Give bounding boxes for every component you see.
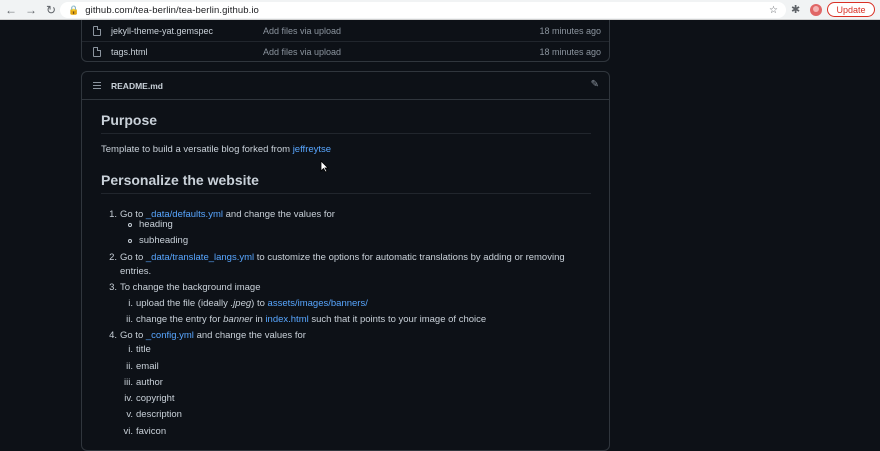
- item-number: 1.: [109, 209, 117, 220]
- commit-age: 18 minutes ago: [539, 25, 601, 36]
- file-icon: [93, 25, 101, 36]
- list-item-4: 4. Go to _config.yml and change the value…: [105, 330, 306, 341]
- file-icon: [93, 46, 101, 57]
- item-text: Go to: [120, 330, 146, 341]
- bookmark-star-icon[interactable]: ☆: [769, 2, 778, 18]
- roman-number: iv.: [124, 393, 133, 404]
- item-text: and change the values for: [193, 330, 306, 341]
- item-text: change the entry for: [136, 314, 224, 325]
- item-text: ) to: [251, 298, 268, 309]
- item-text: to customize the options for automatic t…: [254, 252, 565, 263]
- list-icon[interactable]: [93, 82, 101, 89]
- bullet-marker: [128, 223, 132, 227]
- item-text: and change the values for: [222, 209, 335, 220]
- update-button[interactable]: Update: [827, 2, 875, 17]
- sub-item-upload: i. upload the file (ideally .jpeg) to ass…: [115, 298, 368, 309]
- file-row[interactable]: jekyll-theme-yat.gemspec Add files via u…: [82, 20, 609, 42]
- readme-panel: README.md ✎ Purpose Template to build a …: [81, 71, 610, 451]
- jeffreytse-link[interactable]: jeffreytse: [293, 144, 331, 155]
- sub-item-title: i. title: [115, 344, 151, 355]
- purpose-paragraph: Template to build a versatile blog forke…: [101, 144, 331, 155]
- file-row[interactable]: tags.html Add files via upload 18 minute…: [82, 41, 609, 62]
- emphasis-text: banner: [223, 314, 253, 325]
- heading-personalize: Personalize the website: [101, 172, 591, 194]
- back-arrow-icon[interactable]: ←: [2, 1, 20, 19]
- sub-item-copyright: iv. copyright: [115, 393, 175, 404]
- bullet-marker: [128, 239, 132, 243]
- item-number: 3.: [109, 282, 117, 293]
- emphasis-text: .jpeg: [230, 298, 252, 309]
- item-text: upload the file (ideally: [136, 298, 231, 309]
- sub-item-change-entry: ii. change the entry for banner in index.…: [115, 314, 486, 325]
- item-text: description: [136, 409, 182, 420]
- lock-icon[interactable]: 🔒: [68, 5, 79, 16]
- readme-header: README.md ✎: [82, 72, 609, 100]
- config-yml-link[interactable]: _config.yml: [146, 330, 194, 341]
- sub-item-email: ii. email: [115, 361, 159, 372]
- readme-title: README.md: [111, 80, 163, 91]
- browser-toolbar: ← → ↻ 🔒 github.com/tea-berlin/tea-berlin…: [0, 0, 880, 20]
- item-text: To change the background image: [120, 282, 261, 293]
- url-text[interactable]: github.com/tea-berlin/tea-berlin.github.…: [85, 5, 259, 16]
- item-text: email: [136, 361, 159, 372]
- heading-purpose: Purpose: [101, 112, 591, 134]
- file-name[interactable]: jekyll-theme-yat.gemspec: [111, 26, 213, 36]
- profile-avatar[interactable]: [810, 4, 822, 16]
- item-text: in: [252, 314, 266, 325]
- item-text: title: [136, 344, 151, 355]
- item-text: Go to: [120, 252, 146, 263]
- roman-number: ii.: [126, 314, 133, 325]
- commit-message[interactable]: Add files via upload: [263, 47, 341, 57]
- commit-message[interactable]: Add files via upload: [263, 26, 341, 36]
- item-text: such that it points to your image of cho…: [308, 314, 487, 325]
- item-text: author: [136, 377, 163, 388]
- sub-item-favicon: vi. favicon: [115, 426, 167, 437]
- roman-number: iii.: [124, 377, 133, 388]
- translate-langs-link[interactable]: _data/translate_langs.yml: [146, 252, 254, 263]
- list-item-2-continued: entries.: [120, 266, 152, 277]
- sub-item-subheading: subheading: [139, 235, 189, 246]
- list-item-2: 2. Go to _data/translate_langs.yml to cus…: [105, 252, 565, 263]
- edit-pencil-icon[interactable]: ✎: [591, 79, 599, 90]
- item-number: 4.: [109, 330, 117, 341]
- roman-number: i.: [128, 298, 133, 309]
- sub-item-author: iii. author: [115, 377, 163, 388]
- roman-number: ii.: [126, 361, 133, 372]
- file-list: jekyll-theme-yat.gemspec Add files via u…: [81, 20, 610, 62]
- roman-number: vi.: [123, 426, 134, 437]
- purpose-text: Template to build a versatile blog forke…: [101, 144, 293, 155]
- roman-number: v.: [126, 409, 133, 420]
- item-text: favicon: [136, 426, 167, 437]
- address-bar[interactable]: 🔒 github.com/tea-berlin/tea-berlin.githu…: [60, 2, 786, 18]
- sub-item-heading: heading: [139, 219, 173, 230]
- index-html-link[interactable]: index.html: [265, 314, 308, 325]
- item-text: copyright: [136, 393, 175, 404]
- commit-age: 18 minutes ago: [539, 46, 601, 57]
- item-number: 2.: [109, 252, 117, 263]
- forward-arrow-icon[interactable]: →: [22, 1, 40, 19]
- extensions-puzzle-icon[interactable]: ✱: [791, 3, 800, 16]
- reload-icon[interactable]: ↻: [42, 1, 60, 19]
- file-name[interactable]: tags.html: [111, 47, 148, 57]
- banners-folder-link[interactable]: assets/images/banners/: [268, 298, 368, 309]
- roman-number: i.: [128, 344, 133, 355]
- sub-item-description: v. description: [115, 409, 182, 420]
- list-item-3: 3. To change the background image: [105, 282, 261, 293]
